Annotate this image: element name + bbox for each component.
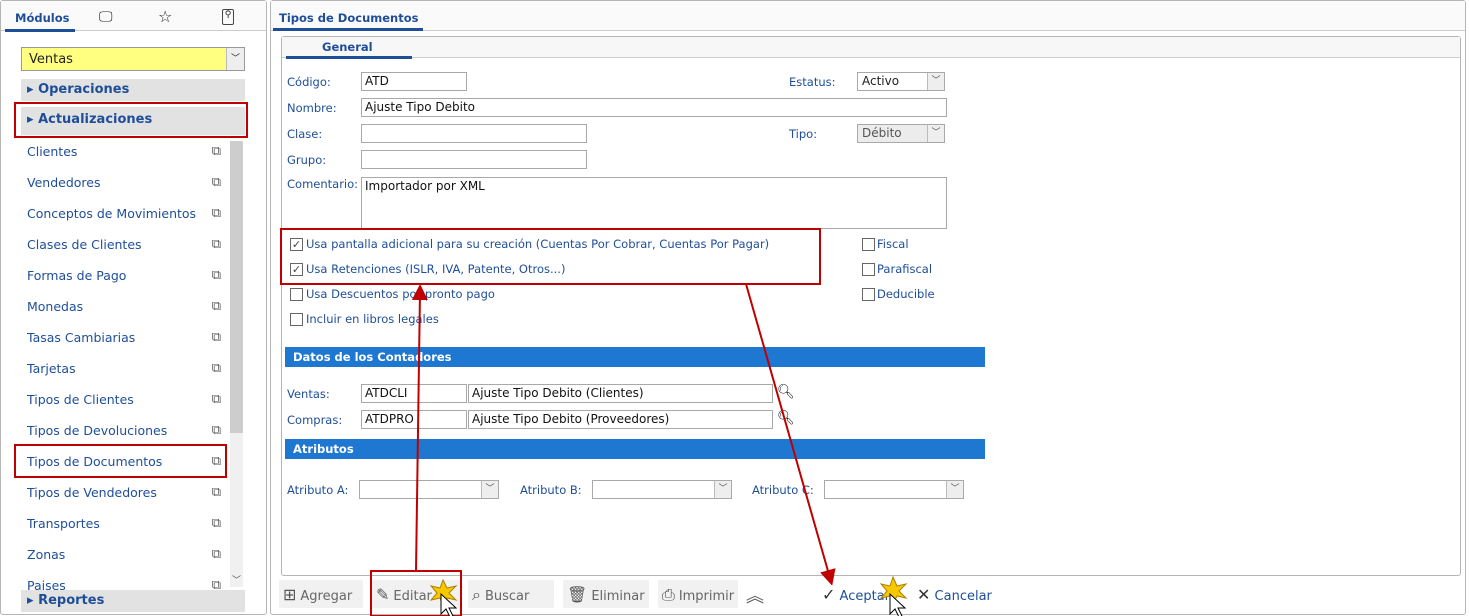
arrow-to-aceptar — [745, 283, 836, 586]
highlight-actualizaciones — [14, 102, 248, 138]
highlight-tipos-documentos — [14, 444, 227, 478]
arrow-to-checks — [411, 284, 428, 572]
annotation-overlay — [14, 102, 908, 616]
highlight-checks — [280, 228, 821, 285]
